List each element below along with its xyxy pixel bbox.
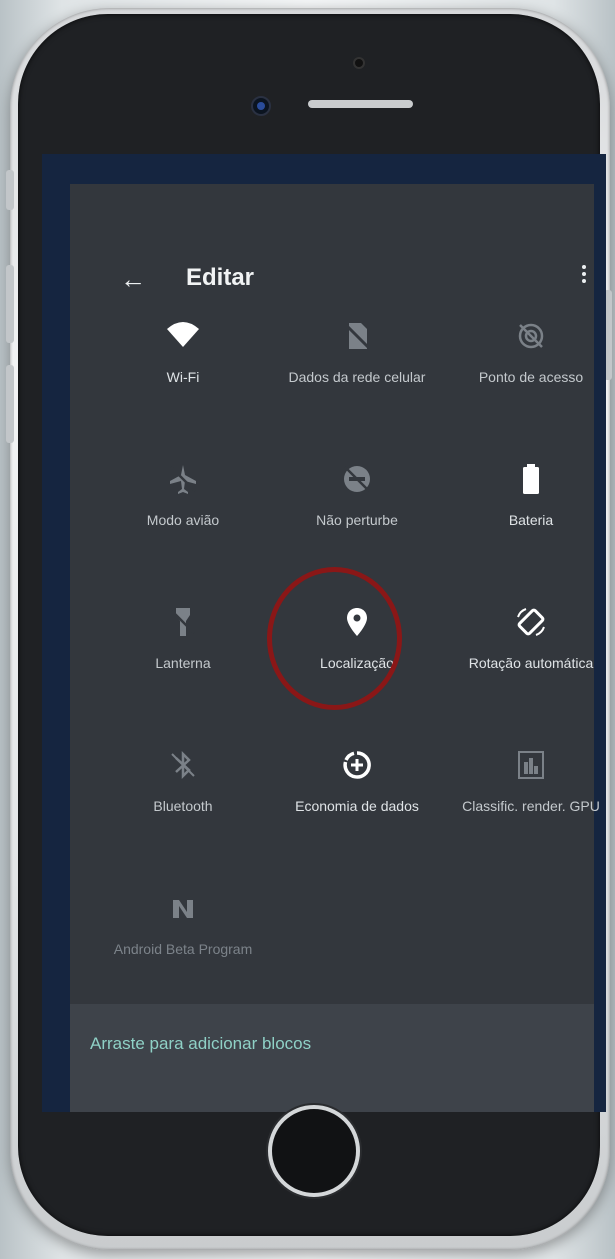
- tile-auto-rotate[interactable]: Rotação automática: [444, 605, 606, 695]
- tile-location[interactable]: Localização: [270, 605, 444, 695]
- tile-gpu-render[interactable]: Classific. render. GPU: [444, 748, 606, 838]
- auto-rotate-icon: [517, 608, 545, 636]
- wifi-icon: [167, 322, 199, 347]
- airplane-icon: [170, 465, 196, 494]
- battery-icon: [523, 464, 539, 494]
- page-title: Editar: [186, 264, 255, 291]
- sensor: [353, 57, 365, 69]
- gpu-render-icon: [518, 751, 544, 779]
- cellular-off-icon: [344, 323, 372, 351]
- drag-section-label: Arraste para adicionar blocos: [90, 1034, 312, 1053]
- do-not-disturb-icon: [344, 466, 370, 492]
- android-beta-icon: [173, 900, 193, 918]
- tile-bluetooth[interactable]: Bluetooth: [96, 748, 270, 838]
- tile-data-saver[interactable]: Economia de dados: [270, 748, 444, 838]
- tile-android-beta[interactable]: Android Beta Program: [96, 891, 270, 981]
- hotspot-off-icon: [518, 323, 544, 349]
- edit-tiles-panel: ← Editar Wi-Fi Dados da rede celular Pon…: [70, 184, 600, 1112]
- mute-switch: [6, 170, 14, 210]
- volume-up-button: [6, 265, 14, 343]
- screen: ← Editar Wi-Fi Dados da rede celular Pon…: [42, 154, 606, 1112]
- flashlight-icon: [171, 608, 195, 636]
- tile-flashlight[interactable]: Lanterna: [96, 605, 270, 695]
- tile-hotspot[interactable]: Ponto de acesso: [444, 319, 606, 409]
- tile-cellular-data[interactable]: Dados da rede celular: [270, 319, 444, 409]
- earpiece-speaker: [308, 100, 413, 108]
- tile-battery[interactable]: Bateria: [444, 462, 606, 552]
- back-button[interactable]: ←: [120, 266, 146, 292]
- drag-to-add-area: Arraste para adicionar blocos: [70, 1004, 594, 1112]
- bluetooth-off-icon: [171, 750, 195, 780]
- front-camera: [251, 96, 271, 116]
- phone-body: ← Editar Wi-Fi Dados da rede celular Pon…: [18, 14, 606, 1236]
- tile-do-not-disturb[interactable]: Não perturbe: [270, 462, 444, 552]
- tile-airplane-mode[interactable]: Modo avião: [96, 462, 270, 552]
- tile-wifi[interactable]: Wi-Fi: [96, 319, 270, 409]
- location-pin-icon: [347, 608, 367, 636]
- app-bar: ← Editar: [70, 184, 594, 314]
- more-vert-icon: [578, 265, 590, 283]
- home-button[interactable]: [268, 1105, 360, 1197]
- data-saver-icon: [343, 751, 371, 779]
- more-options-button[interactable]: [578, 262, 590, 290]
- volume-down-button: [6, 365, 14, 443]
- arrow-left-icon: ←: [120, 264, 146, 294]
